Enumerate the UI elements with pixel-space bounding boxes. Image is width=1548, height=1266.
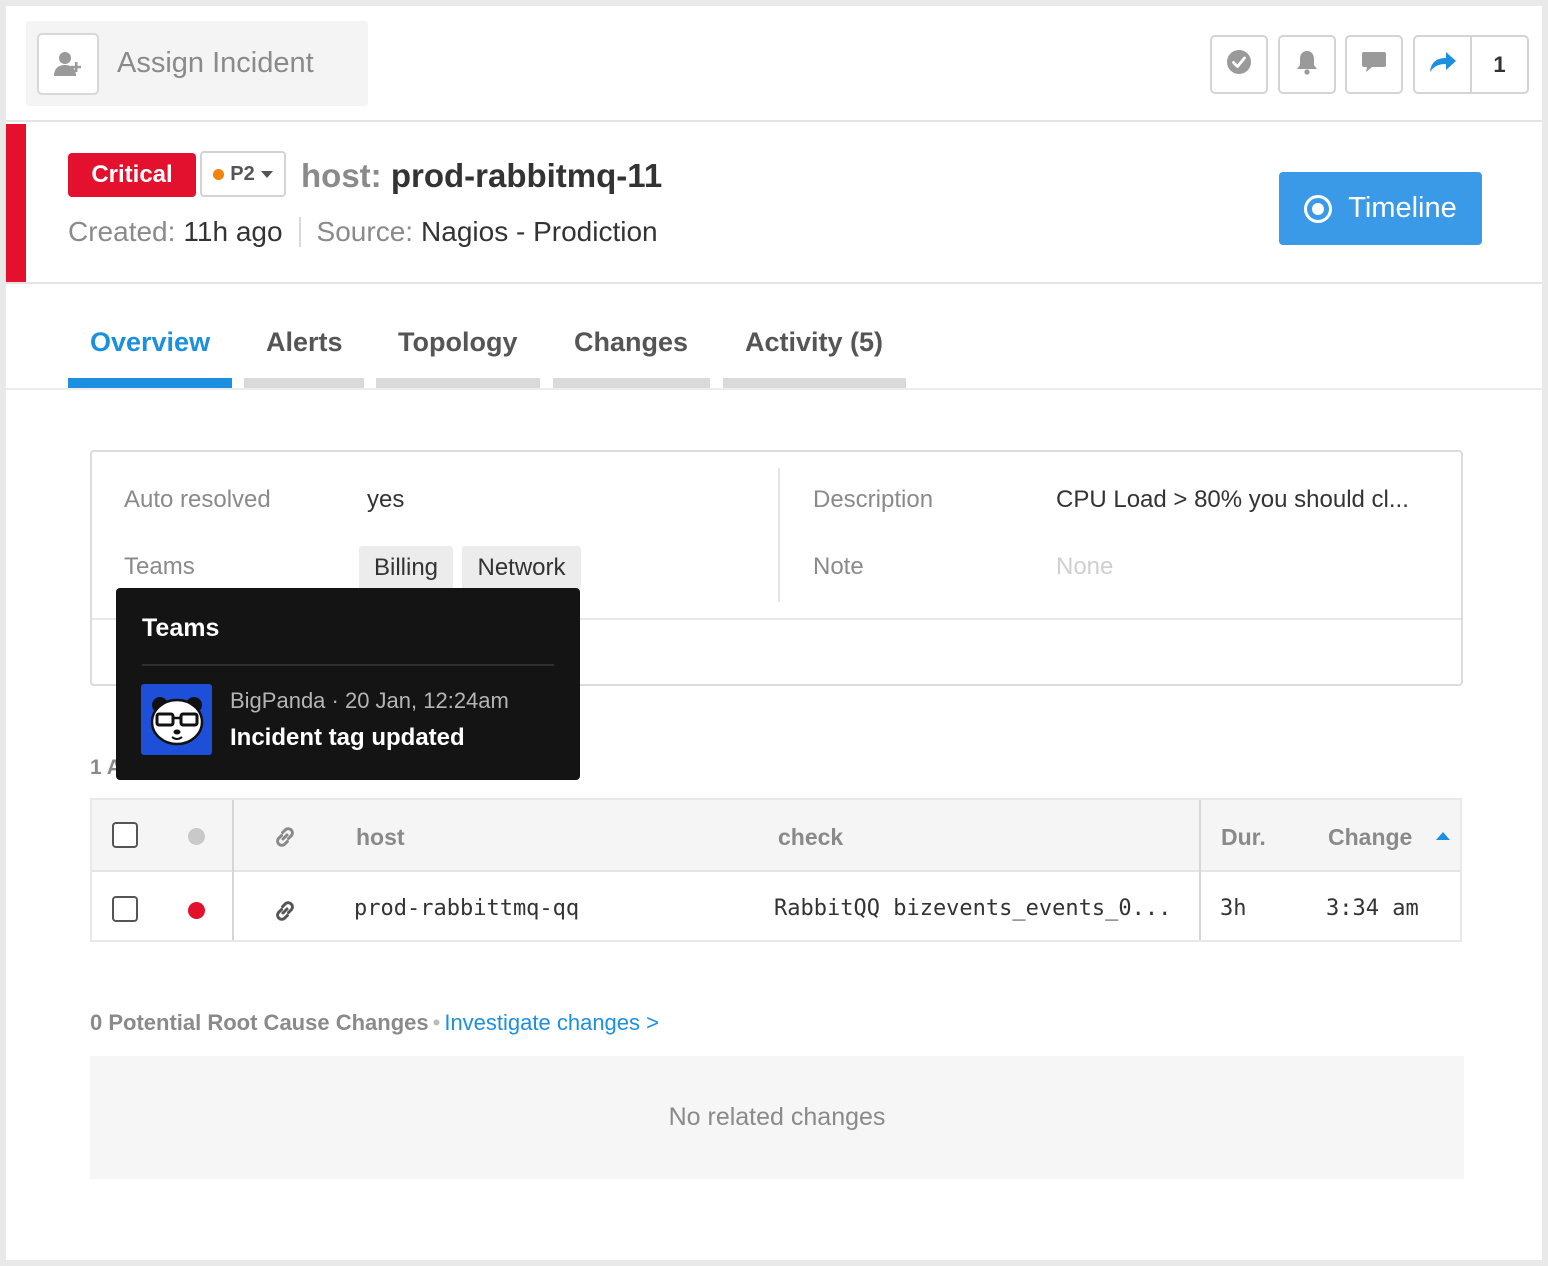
comment-button[interactable]: [1345, 35, 1403, 94]
investigate-changes-link[interactable]: Investigate changes >: [444, 1010, 659, 1035]
cell-duration: 3h: [1220, 896, 1247, 921]
column-duration[interactable]: Dur.: [1221, 824, 1266, 851]
incident-title: host: prod-rabbitmq-11: [301, 157, 662, 195]
team-tag-network[interactable]: Network: [462, 546, 581, 590]
host-label: host:: [301, 157, 382, 194]
cell-change: 3:34 am: [1326, 896, 1419, 921]
incident-meta: Created: 11h ago Source: Nagios - Prodic…: [68, 216, 658, 248]
tab-indicator-changes: [553, 378, 710, 388]
tooltip-event: Incident tag updated: [230, 724, 465, 751]
table-column-divider: [232, 800, 234, 940]
incident-panel: Assign Incident 1 Critical P2 host: prod…: [6, 6, 1542, 1260]
auto-resolved-value: yes: [367, 486, 405, 513]
timeline-button[interactable]: Timeline: [1279, 172, 1482, 245]
incident-header: Critical P2 host: prod-rabbitmq-11 Creat…: [6, 124, 1542, 284]
sort-ascending-icon[interactable]: [1436, 832, 1450, 840]
host-value: prod-rabbitmq-11: [390, 157, 663, 194]
tab-indicator-alerts: [244, 378, 364, 388]
status-header-dot-icon: [188, 828, 205, 845]
bell-icon: [1295, 49, 1319, 80]
changes-count: 0 Potential Root Cause Changes: [90, 1010, 429, 1035]
cell-host: prod-rabbittmq-qq: [354, 896, 580, 921]
assign-incident-button[interactable]: Assign Incident: [26, 21, 368, 106]
tooltip-divider: [142, 664, 554, 666]
link-icon: [272, 824, 298, 855]
tab-alerts[interactable]: Alerts: [266, 327, 343, 358]
resolve-icon: [1226, 49, 1252, 80]
description-label: Description: [813, 486, 934, 513]
share-button-group: 1: [1413, 35, 1529, 94]
priority-dropdown[interactable]: P2: [200, 151, 286, 197]
share-icon: [1428, 50, 1458, 79]
source-label: Source:: [316, 216, 414, 247]
tab-indicator-activity: [723, 378, 906, 388]
tab-topology[interactable]: Topology: [398, 327, 517, 358]
priority-dot-icon: [213, 168, 225, 180]
description-value: CPU Load > 80% you should cl...: [1056, 486, 1409, 513]
bigpanda-avatar-icon: [141, 684, 212, 755]
auto-resolved-label: Auto resolved: [124, 486, 271, 513]
column-host[interactable]: host: [356, 824, 405, 851]
assign-incident-label: Assign Incident: [117, 47, 314, 79]
severity-badge: Critical: [68, 153, 196, 197]
no-related-changes: No related changes: [90, 1056, 1464, 1179]
created-label: Created:: [68, 216, 176, 247]
link-icon[interactable]: [272, 898, 298, 929]
row-checkbox[interactable]: [112, 896, 138, 922]
incident-tabs: Overview Alerts Topology Changes Activit…: [6, 286, 1542, 390]
severity-strip: [6, 124, 26, 282]
timeline-label: Timeline: [1348, 192, 1457, 224]
tab-activity[interactable]: Activity (5): [745, 327, 883, 358]
table-row[interactable]: prod-rabbittmq-qq RabbitQQ bizevents_eve…: [92, 874, 1460, 940]
chevron-down-icon: [260, 170, 273, 178]
add-user-icon: [37, 32, 99, 95]
priority-label: P2: [230, 162, 255, 185]
note-value[interactable]: None: [1056, 553, 1113, 581]
status-critical-dot-icon: [188, 902, 205, 919]
incident-toolbar: Assign Incident 1: [6, 6, 1542, 122]
cell-check: RabbitQQ bizevents_events_0...: [774, 896, 1172, 921]
tab-indicator-overview: [68, 378, 232, 388]
notifications-button[interactable]: [1278, 35, 1336, 94]
tab-changes[interactable]: Changes: [574, 327, 688, 358]
share-count: 1: [1470, 37, 1527, 92]
teams-tooltip: Teams BigPanda · 20 Jan, 12:24am Inciden…: [116, 588, 580, 780]
created-value: 11h ago: [183, 216, 283, 247]
tab-indicator-topology: [376, 378, 540, 388]
teams-label: Teams: [124, 553, 195, 580]
source-value: Nagios - Prodiction: [421, 216, 658, 247]
column-change[interactable]: Change: [1328, 824, 1412, 851]
resolve-button[interactable]: [1210, 35, 1268, 94]
heading-bullet: •: [432, 1010, 441, 1035]
tooltip-meta: BigPanda · 20 Jan, 12:24am: [230, 688, 509, 713]
team-tag-billing[interactable]: Billing: [359, 546, 453, 590]
tooltip-title: Teams: [142, 614, 220, 642]
table-column-divider: [1199, 800, 1201, 940]
column-check[interactable]: check: [778, 824, 843, 851]
comment-icon: [1361, 50, 1387, 79]
alerts-table: host check Dur. Change prod-rabbittmq-qq…: [90, 798, 1462, 942]
share-button[interactable]: [1415, 37, 1470, 92]
alerts-table-header: host check Dur. Change: [92, 800, 1460, 872]
tab-overview[interactable]: Overview: [90, 327, 210, 358]
note-label: Note: [813, 553, 864, 580]
timeline-icon: [1304, 194, 1333, 223]
overview-divider: [778, 468, 780, 602]
root-cause-changes-heading: 0 Potential Root Cause Changes • Investiga…: [90, 1010, 659, 1036]
select-all-checkbox[interactable]: [112, 822, 138, 848]
meta-divider: [298, 217, 301, 247]
